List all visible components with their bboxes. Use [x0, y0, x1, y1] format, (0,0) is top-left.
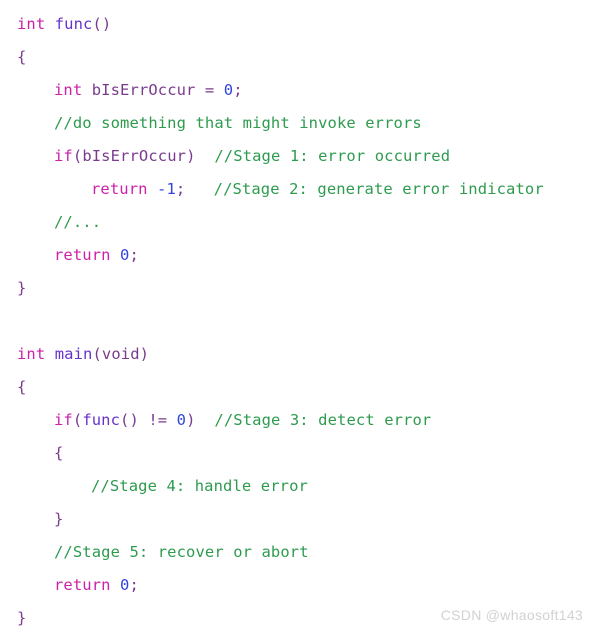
code-line-10-blank: [0, 305, 597, 338]
keyword-return: return: [54, 246, 111, 264]
code-line-6: return -1; //Stage 2: generate error ind…: [0, 173, 597, 206]
keyword-void: void: [101, 345, 140, 363]
brace-open: {: [54, 444, 64, 462]
keyword-int: int: [17, 345, 46, 363]
comment-do-something: //do something that might invoke errors: [54, 114, 422, 132]
keyword-if: if: [54, 411, 73, 429]
code-line-16: }: [0, 503, 597, 536]
keyword-if: if: [54, 147, 73, 165]
comment-stage-3: //Stage 3: detect error: [214, 411, 432, 429]
comment-stage-1: //Stage 1: error occurred: [214, 147, 451, 165]
parens-empty: (): [92, 15, 112, 33]
code-line-13: if(func() != 0) //Stage 3: detect error: [0, 404, 597, 437]
comment-stage-4: //Stage 4: handle error: [91, 477, 308, 495]
identifier-bIsErrOccur: bIsErrOccur: [91, 81, 196, 99]
brace-close: }: [54, 510, 64, 528]
paren-open: (: [72, 147, 83, 165]
paren-open: (: [72, 411, 83, 429]
code-block: int func() { int bIsErrOccur = 0; //do s…: [0, 0, 597, 631]
function-name-main: main: [54, 345, 93, 363]
paren-close: ): [186, 411, 196, 429]
keyword-int: int: [54, 81, 83, 99]
code-line-17: //Stage 5: recover or abort: [0, 536, 597, 569]
number-zero: 0: [223, 81, 234, 99]
code-line-9: }: [0, 272, 597, 305]
function-name-func: func: [54, 15, 93, 33]
not-equal-operator: !=: [148, 411, 168, 429]
brace-close: }: [17, 279, 27, 297]
paren-close: ): [139, 345, 150, 363]
semicolon: ;: [175, 180, 186, 198]
semicolon: ;: [233, 81, 243, 99]
keyword-return: return: [91, 180, 148, 198]
paren-close: ): [186, 147, 196, 165]
code-line-5: if(bIsErrOccur) //Stage 1: error occurre…: [0, 140, 597, 173]
watermark: CSDN @whaosoft143: [440, 607, 583, 623]
brace-close: }: [17, 609, 27, 627]
number-zero: 0: [176, 411, 187, 429]
code-line-4: //do something that might invoke errors: [0, 107, 597, 140]
code-line-11: int main(void): [0, 338, 597, 371]
code-line-15: //Stage 4: handle error: [0, 470, 597, 503]
comment-stage-2: //Stage 2: generate error indicator: [213, 180, 544, 198]
code-line-1: int func(): [0, 8, 597, 41]
parens-empty: (): [120, 411, 139, 429]
keyword-return: return: [54, 576, 111, 594]
comment-stage-5: //Stage 5: recover or abort: [54, 543, 309, 561]
code-line-12: {: [0, 371, 597, 404]
code-line-18: return 0;: [0, 569, 597, 602]
number-minus-one: -1: [157, 180, 176, 198]
brace-open: {: [17, 378, 27, 396]
code-line-8: return 0;: [0, 239, 597, 272]
function-call-func: func: [82, 411, 121, 429]
code-line-3: int bIsErrOccur = 0;: [0, 74, 597, 107]
brace-open: {: [17, 48, 27, 66]
identifier-bIsErrOccur: bIsErrOccur: [82, 147, 187, 165]
paren-open: (: [92, 345, 102, 363]
comment-ellipsis: //...: [54, 213, 102, 231]
code-line-7: //...: [0, 206, 597, 239]
code-line-14: {: [0, 437, 597, 470]
semicolon: ;: [129, 576, 139, 594]
assign-operator: =: [204, 81, 215, 99]
keyword-int: int: [17, 15, 46, 33]
code-line-2: {: [0, 41, 597, 74]
semicolon: ;: [129, 246, 139, 264]
